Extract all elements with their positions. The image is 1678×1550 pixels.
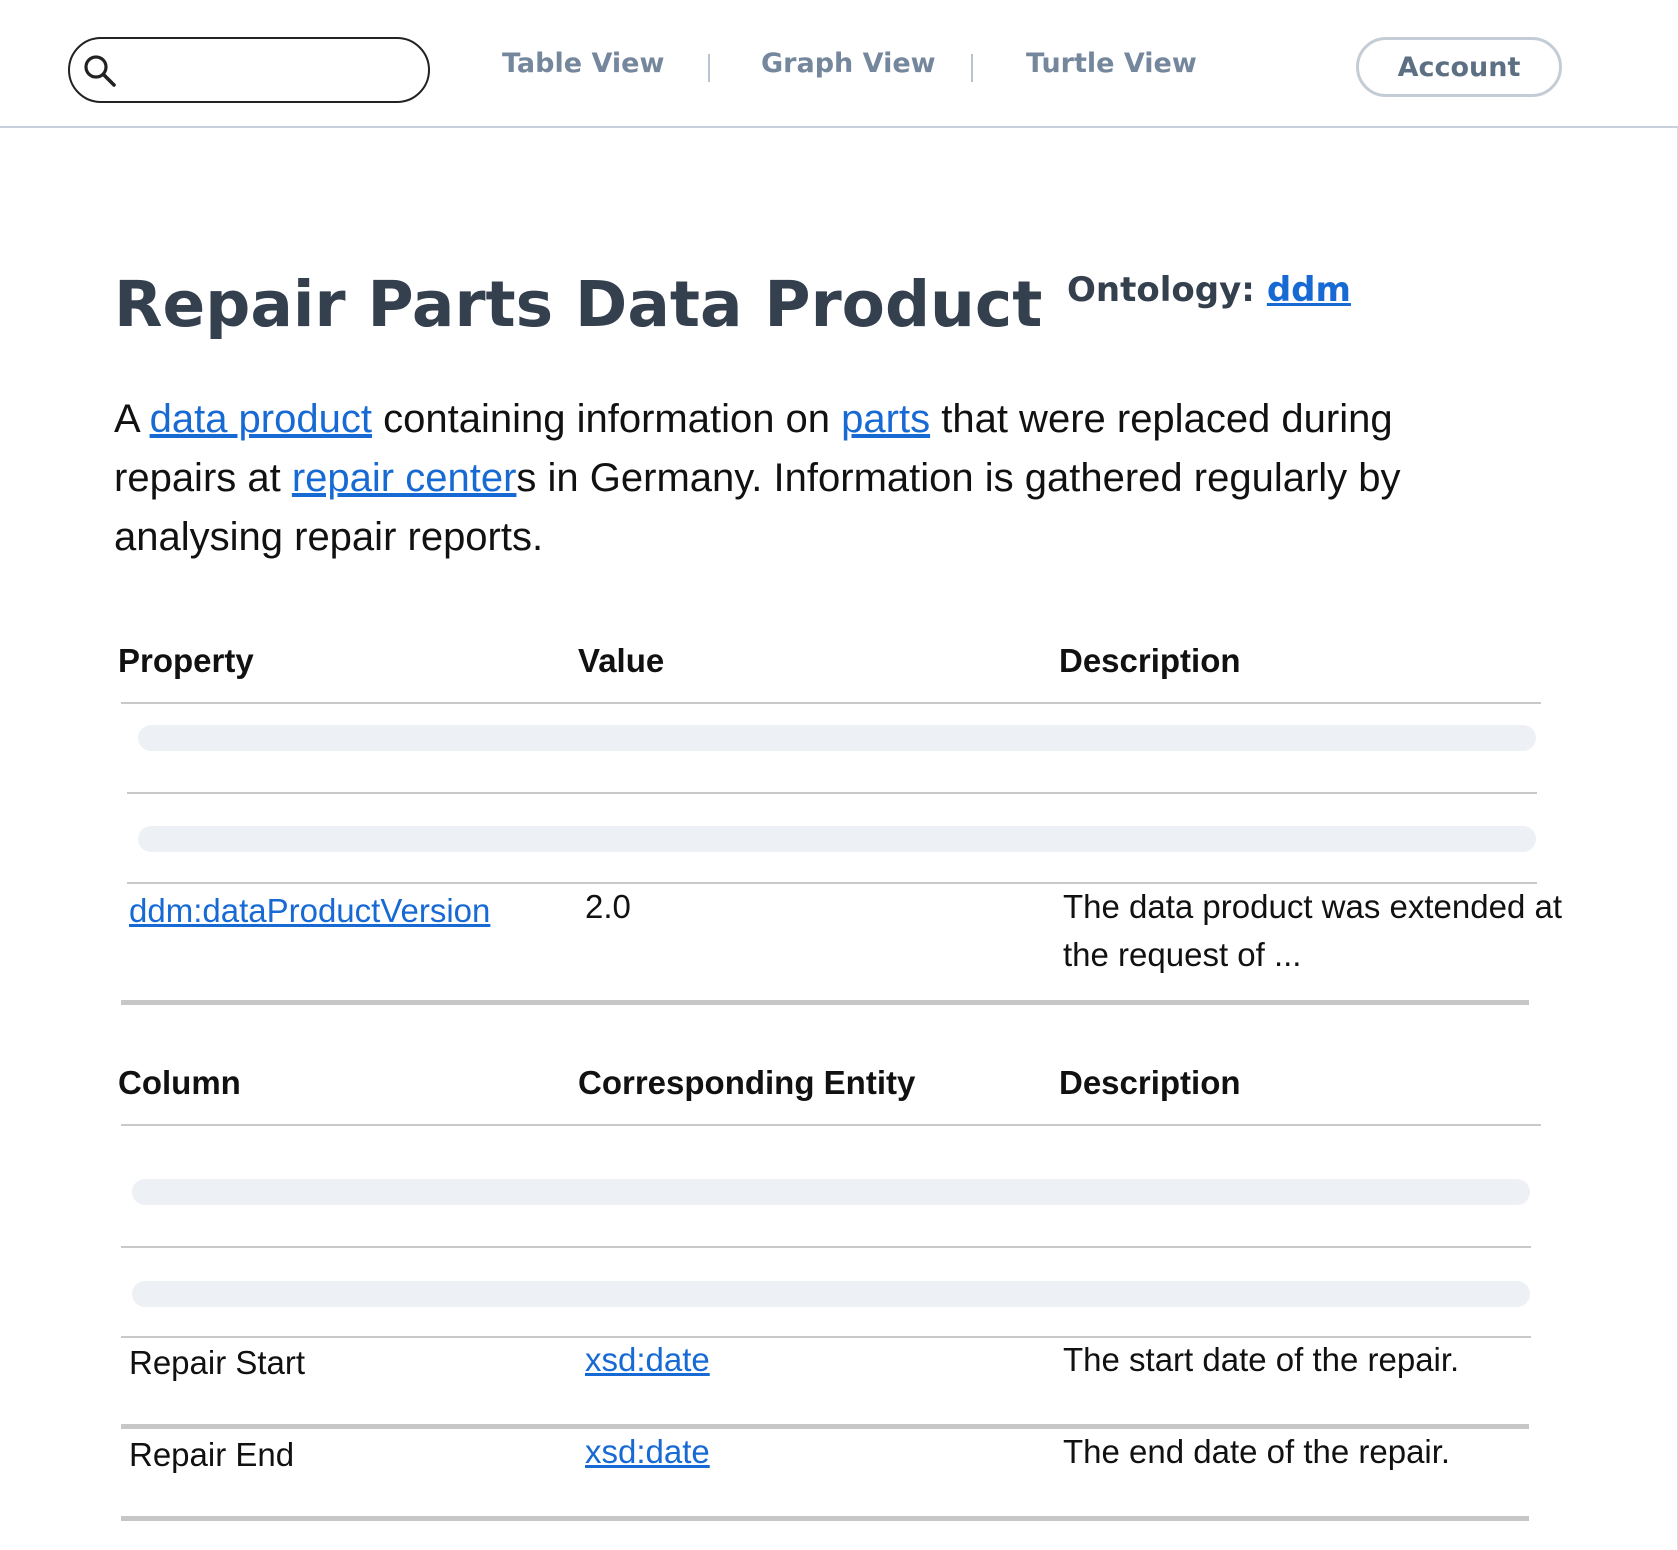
nav-turtle-view[interactable]: Turtle View <box>1026 48 1197 88</box>
search-input[interactable] <box>126 49 416 91</box>
property-cell: ddm:dataProductVersion <box>129 887 490 935</box>
entity-link[interactable]: xsd:date <box>585 1433 710 1470</box>
row-divider <box>127 792 1537 794</box>
description-cell: The start date of the repair. <box>1063 1341 1460 1378</box>
data-product-link[interactable]: data product <box>150 397 372 441</box>
parts-link[interactable]: parts <box>841 397 930 441</box>
nav-separator <box>708 54 710 82</box>
search-icon <box>84 55 116 87</box>
column-name-cell: Repair End <box>129 1436 295 1473</box>
description-text: A <box>114 397 150 441</box>
column-header-description: Description <box>1059 642 1241 679</box>
table-bottom-border <box>121 1000 1529 1005</box>
loading-placeholder-row <box>132 1281 1530 1307</box>
column-header-column: Column <box>118 1064 241 1101</box>
description-cell: The data product was extended at the req… <box>1063 888 1562 973</box>
entity-cell: xsd:date <box>585 1336 710 1384</box>
top-navigation-bar: Table View Graph View Turtle View Accoun… <box>0 0 1678 128</box>
loading-placeholder-row <box>138 826 1536 852</box>
value-cell: 2.0 <box>585 888 631 925</box>
description-text: containing information on <box>371 397 842 441</box>
ontology-info: Ontology: ddm <box>1067 270 1351 310</box>
loading-placeholder-row <box>138 725 1536 751</box>
page-title: Repair Parts Data Product <box>114 268 1043 341</box>
account-button[interactable]: Account <box>1356 37 1562 97</box>
header-divider <box>121 702 1541 704</box>
nav-table-view[interactable]: Table View <box>502 48 664 88</box>
loading-placeholder-row <box>132 1179 1530 1205</box>
repair-center-link[interactable]: repair center <box>292 456 517 500</box>
table-bottom-border <box>121 1516 1529 1521</box>
entity-link[interactable]: xsd:date <box>585 1341 710 1378</box>
header-divider <box>121 1124 1541 1126</box>
column-header-value: Value <box>578 642 665 679</box>
entity-cell: xsd:date <box>585 1428 710 1476</box>
column-header-description: Description <box>1059 1064 1241 1101</box>
property-link[interactable]: ddm:dataProductVersion <box>129 892 490 929</box>
nav-separator <box>971 54 973 82</box>
column-header-property: Property <box>118 642 254 679</box>
ontology-link[interactable]: ddm <box>1267 270 1351 310</box>
nav-graph-view[interactable]: Graph View <box>761 48 936 88</box>
description-cell: The end date of the repair. <box>1063 1433 1451 1470</box>
search-box[interactable] <box>68 37 430 103</box>
column-header-corresponding-entity: Corresponding Entity <box>578 1064 916 1101</box>
column-name-cell: Repair Start <box>129 1344 306 1381</box>
page-description: A data product containing information on… <box>114 390 1494 567</box>
ontology-label: Ontology: <box>1067 270 1255 310</box>
row-divider <box>121 1246 1531 1248</box>
